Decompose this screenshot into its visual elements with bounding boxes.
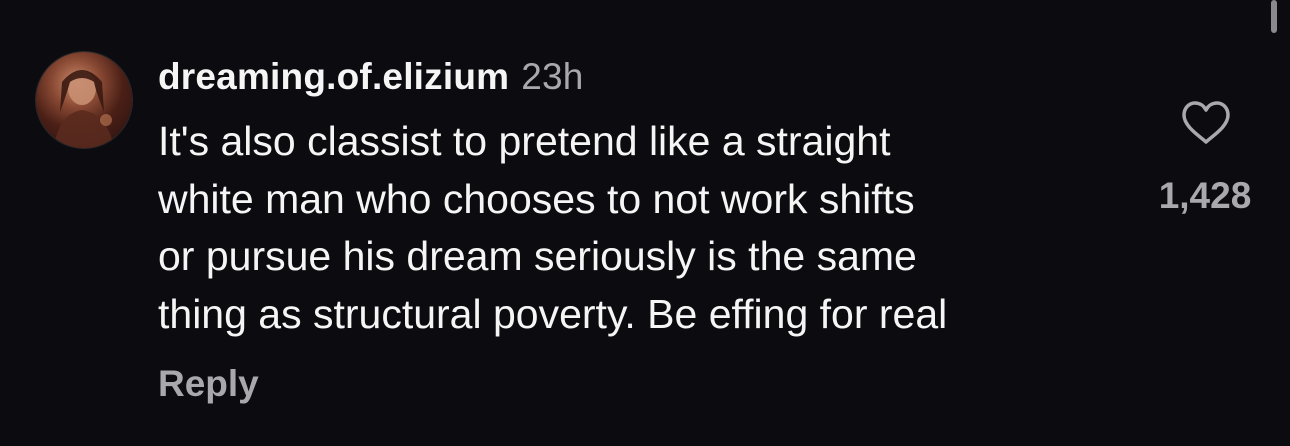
avatar[interactable] xyxy=(36,52,132,148)
scrollbar-thumb[interactable] xyxy=(1271,0,1277,33)
comment-line: or pursue his dream seriously is the sam… xyxy=(158,233,917,279)
comment-line: thing as structural poverty. Be effing f… xyxy=(158,290,948,337)
heart-outline-icon[interactable] xyxy=(1181,100,1231,146)
username-link[interactable]: dreaming.of.elizium xyxy=(158,56,509,97)
comment-timestamp: 23h xyxy=(521,56,584,97)
comment-line: It's also classist to pretend like a str… xyxy=(158,118,891,164)
reply-button[interactable]: Reply xyxy=(158,363,259,405)
comment-text: It's also classist to pretend like a str… xyxy=(158,113,1118,343)
comment-header: dreaming.of.elizium 23h xyxy=(158,56,584,98)
comment-line: white man who chooses to not work shifts xyxy=(158,175,915,222)
like-count[interactable]: 1,428 xyxy=(1150,175,1260,217)
avatar-photo-icon xyxy=(54,70,114,148)
